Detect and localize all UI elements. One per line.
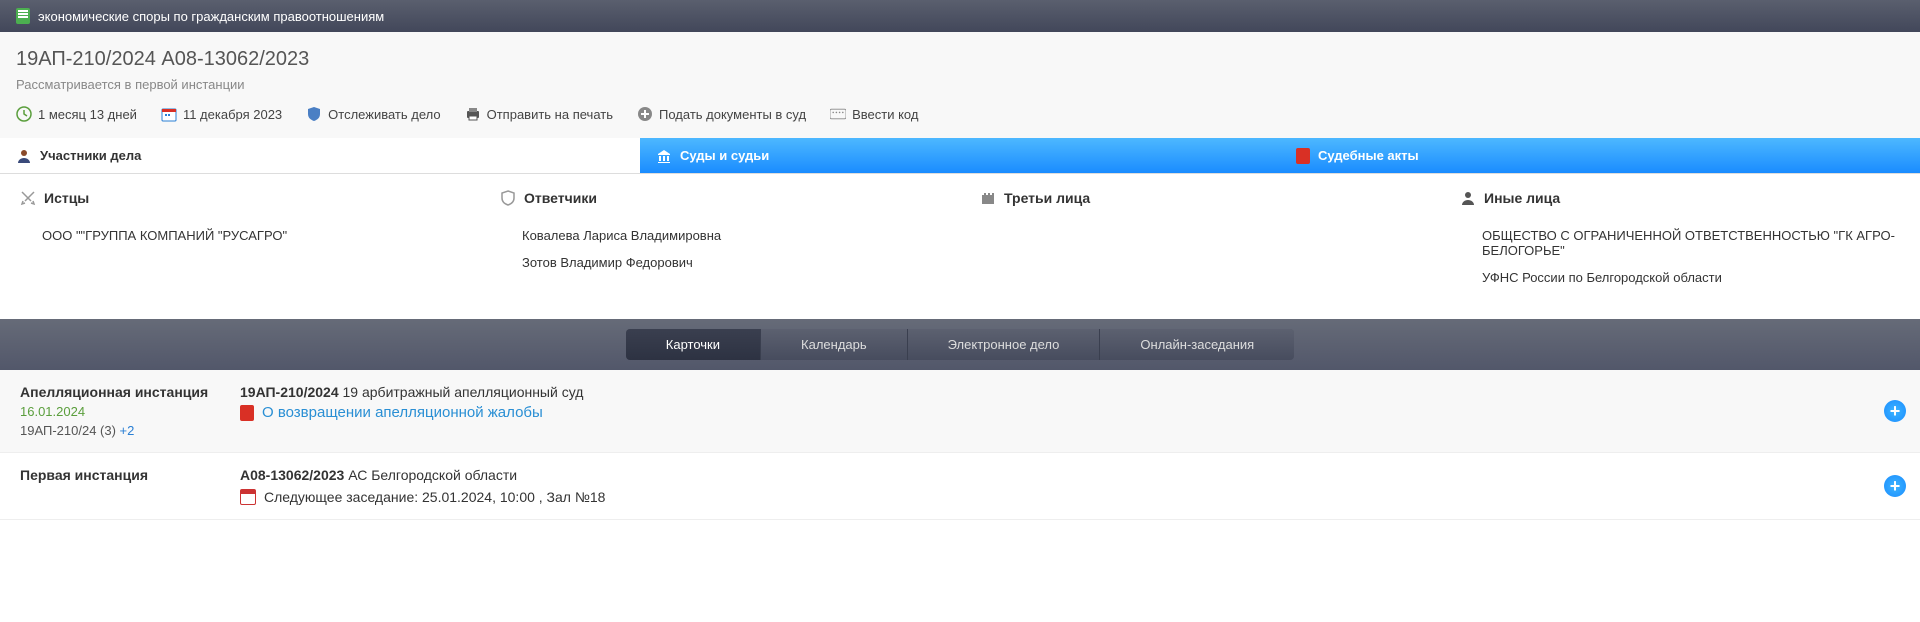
castle-icon	[980, 190, 996, 206]
instance-meta: Апелляционная инстанция 16.01.2024 19АП-…	[20, 384, 240, 438]
other-label: Иные лица	[1484, 190, 1560, 206]
print-action[interactable]: Отправить на печать	[465, 106, 613, 122]
submit-action[interactable]: Подать документы в суд	[637, 106, 806, 122]
cards-button[interactable]: Карточки	[626, 329, 761, 360]
ecase-button[interactable]: Электронное дело	[908, 329, 1101, 360]
instance-title: Первая инстанция	[20, 467, 240, 483]
court-icon	[656, 148, 672, 164]
header-title: экономические споры по гражданским право…	[38, 9, 384, 24]
keyboard-icon	[830, 106, 846, 122]
clock-icon	[16, 106, 32, 122]
instance-body: 19АП-210/2024 19 арбитражный апелляционн…	[240, 384, 1900, 421]
third-label: Третьи лица	[1004, 190, 1090, 206]
instance-doc-link[interactable]: О возвращении апелляционной жалобы	[240, 404, 1900, 421]
date-label: 11 декабря 2023	[183, 107, 282, 122]
list-item[interactable]: Зотов Владимир Федорович	[500, 249, 940, 276]
ref-extra[interactable]: +2	[120, 423, 135, 438]
actions-row: 1 месяц 13 дней 11 декабря 2023 Отслежив…	[16, 106, 1904, 122]
plaintiffs-col: Истцы ООО ""ГРУППА КОМПАНИЙ "РУСАГРО"	[0, 190, 480, 291]
expand-button[interactable]: +	[1884, 475, 1906, 497]
defendants-header: Ответчики	[500, 190, 940, 206]
list-item[interactable]: УФНС России по Белгородской области	[1460, 264, 1900, 291]
plaintiffs-header: Истцы	[20, 190, 460, 206]
calendar-icon	[240, 489, 256, 505]
instance-date: 16.01.2024	[20, 404, 240, 419]
instance-row: Апелляционная инстанция 16.01.2024 19АП-…	[0, 370, 1920, 453]
defendants-col: Ответчики Ковалева Лариса Владимировна З…	[480, 190, 960, 291]
pdf-icon	[1296, 148, 1310, 164]
online-button[interactable]: Онлайн-заседания	[1100, 329, 1294, 360]
instance-title: Апелляционная инстанция	[20, 384, 240, 400]
instance-row: Первая инстанция А08-13062/2023 АС Белго…	[0, 453, 1920, 520]
expand-button[interactable]: +	[1884, 400, 1906, 422]
doc-icon	[16, 8, 30, 24]
list-item[interactable]: Ковалева Лариса Владимировна	[500, 222, 940, 249]
third-header: Третьи лица	[980, 190, 1420, 206]
printer-icon	[465, 106, 481, 122]
defendants-label: Ответчики	[524, 190, 597, 206]
header-bar: экономические споры по гражданским право…	[0, 0, 1920, 32]
calendar-button[interactable]: Календарь	[761, 329, 908, 360]
other-header: Иные лица	[1460, 190, 1900, 206]
plaintiffs-label: Истцы	[44, 190, 89, 206]
case-status: Рассматривается в первой инстанции	[16, 77, 1904, 92]
code-label: Ввести код	[852, 107, 918, 122]
other-col: Иные лица ОБЩЕСТВО С ОГРАНИЧЕННОЙ ОТВЕТС…	[1440, 190, 1920, 291]
tab-participants-label: Участники дела	[40, 148, 141, 163]
tab-acts[interactable]: Судебные акты	[1280, 138, 1920, 173]
participants-panel: Истцы ООО ""ГРУППА КОМПАНИЙ "РУСАГРО" От…	[0, 174, 1920, 319]
instance-body: А08-13062/2023 АС Белгородской области С…	[240, 467, 1900, 505]
tab-courts-label: Суды и судьи	[680, 148, 769, 163]
plus-circle-icon	[637, 106, 653, 122]
swords-icon	[20, 190, 36, 206]
shield-outline-icon	[500, 190, 516, 206]
shield-icon	[306, 106, 322, 122]
code-action[interactable]: Ввести код	[830, 106, 918, 122]
person-icon	[16, 148, 32, 164]
view-toolbar: Карточки Календарь Электронное дело Онла…	[0, 319, 1920, 370]
date-action[interactable]: 11 декабря 2023	[161, 106, 282, 122]
pdf-icon	[240, 405, 254, 421]
track-action[interactable]: Отслеживать дело	[306, 106, 440, 122]
list-item[interactable]: ОБЩЕСТВО С ОГРАНИЧЕННОЙ ОТВЕТСТВЕННОСТЬЮ…	[1460, 222, 1900, 264]
print-label: Отправить на печать	[487, 107, 613, 122]
duration-label: 1 месяц 13 дней	[38, 107, 137, 122]
third-col: Третьи лица	[960, 190, 1440, 291]
track-label: Отслеживать дело	[328, 107, 440, 122]
tabs-row: Участники дела Суды и судьи Судебные акт…	[0, 138, 1920, 174]
instance-court: А08-13062/2023 АС Белгородской области	[240, 467, 1900, 483]
duration-action[interactable]: 1 месяц 13 дней	[16, 106, 137, 122]
instance-court: 19АП-210/2024 19 арбитражный апелляционн…	[240, 384, 1900, 400]
instance-next: Следующее заседание: 25.01.2024, 10:00 ,…	[240, 489, 1900, 505]
instance-meta: Первая инстанция	[20, 467, 240, 487]
view-buttons: Карточки Календарь Электронное дело Онла…	[626, 329, 1294, 360]
person-solid-icon	[1460, 190, 1476, 206]
case-numbers: 19АП-210/2024 А08-13062/2023	[16, 48, 1904, 71]
submit-label: Подать документы в суд	[659, 107, 806, 122]
tab-courts[interactable]: Суды и судьи	[640, 138, 1280, 173]
tab-participants[interactable]: Участники дела	[0, 138, 640, 173]
calendar-icon	[161, 106, 177, 122]
list-item[interactable]: ООО ""ГРУППА КОМПАНИЙ "РУСАГРО"	[20, 222, 460, 249]
tab-acts-label: Судебные акты	[1318, 148, 1419, 163]
instance-ref: 19АП-210/24 (3) +2	[20, 423, 240, 438]
case-info: 19АП-210/2024 А08-13062/2023 Рассматрива…	[0, 32, 1920, 138]
